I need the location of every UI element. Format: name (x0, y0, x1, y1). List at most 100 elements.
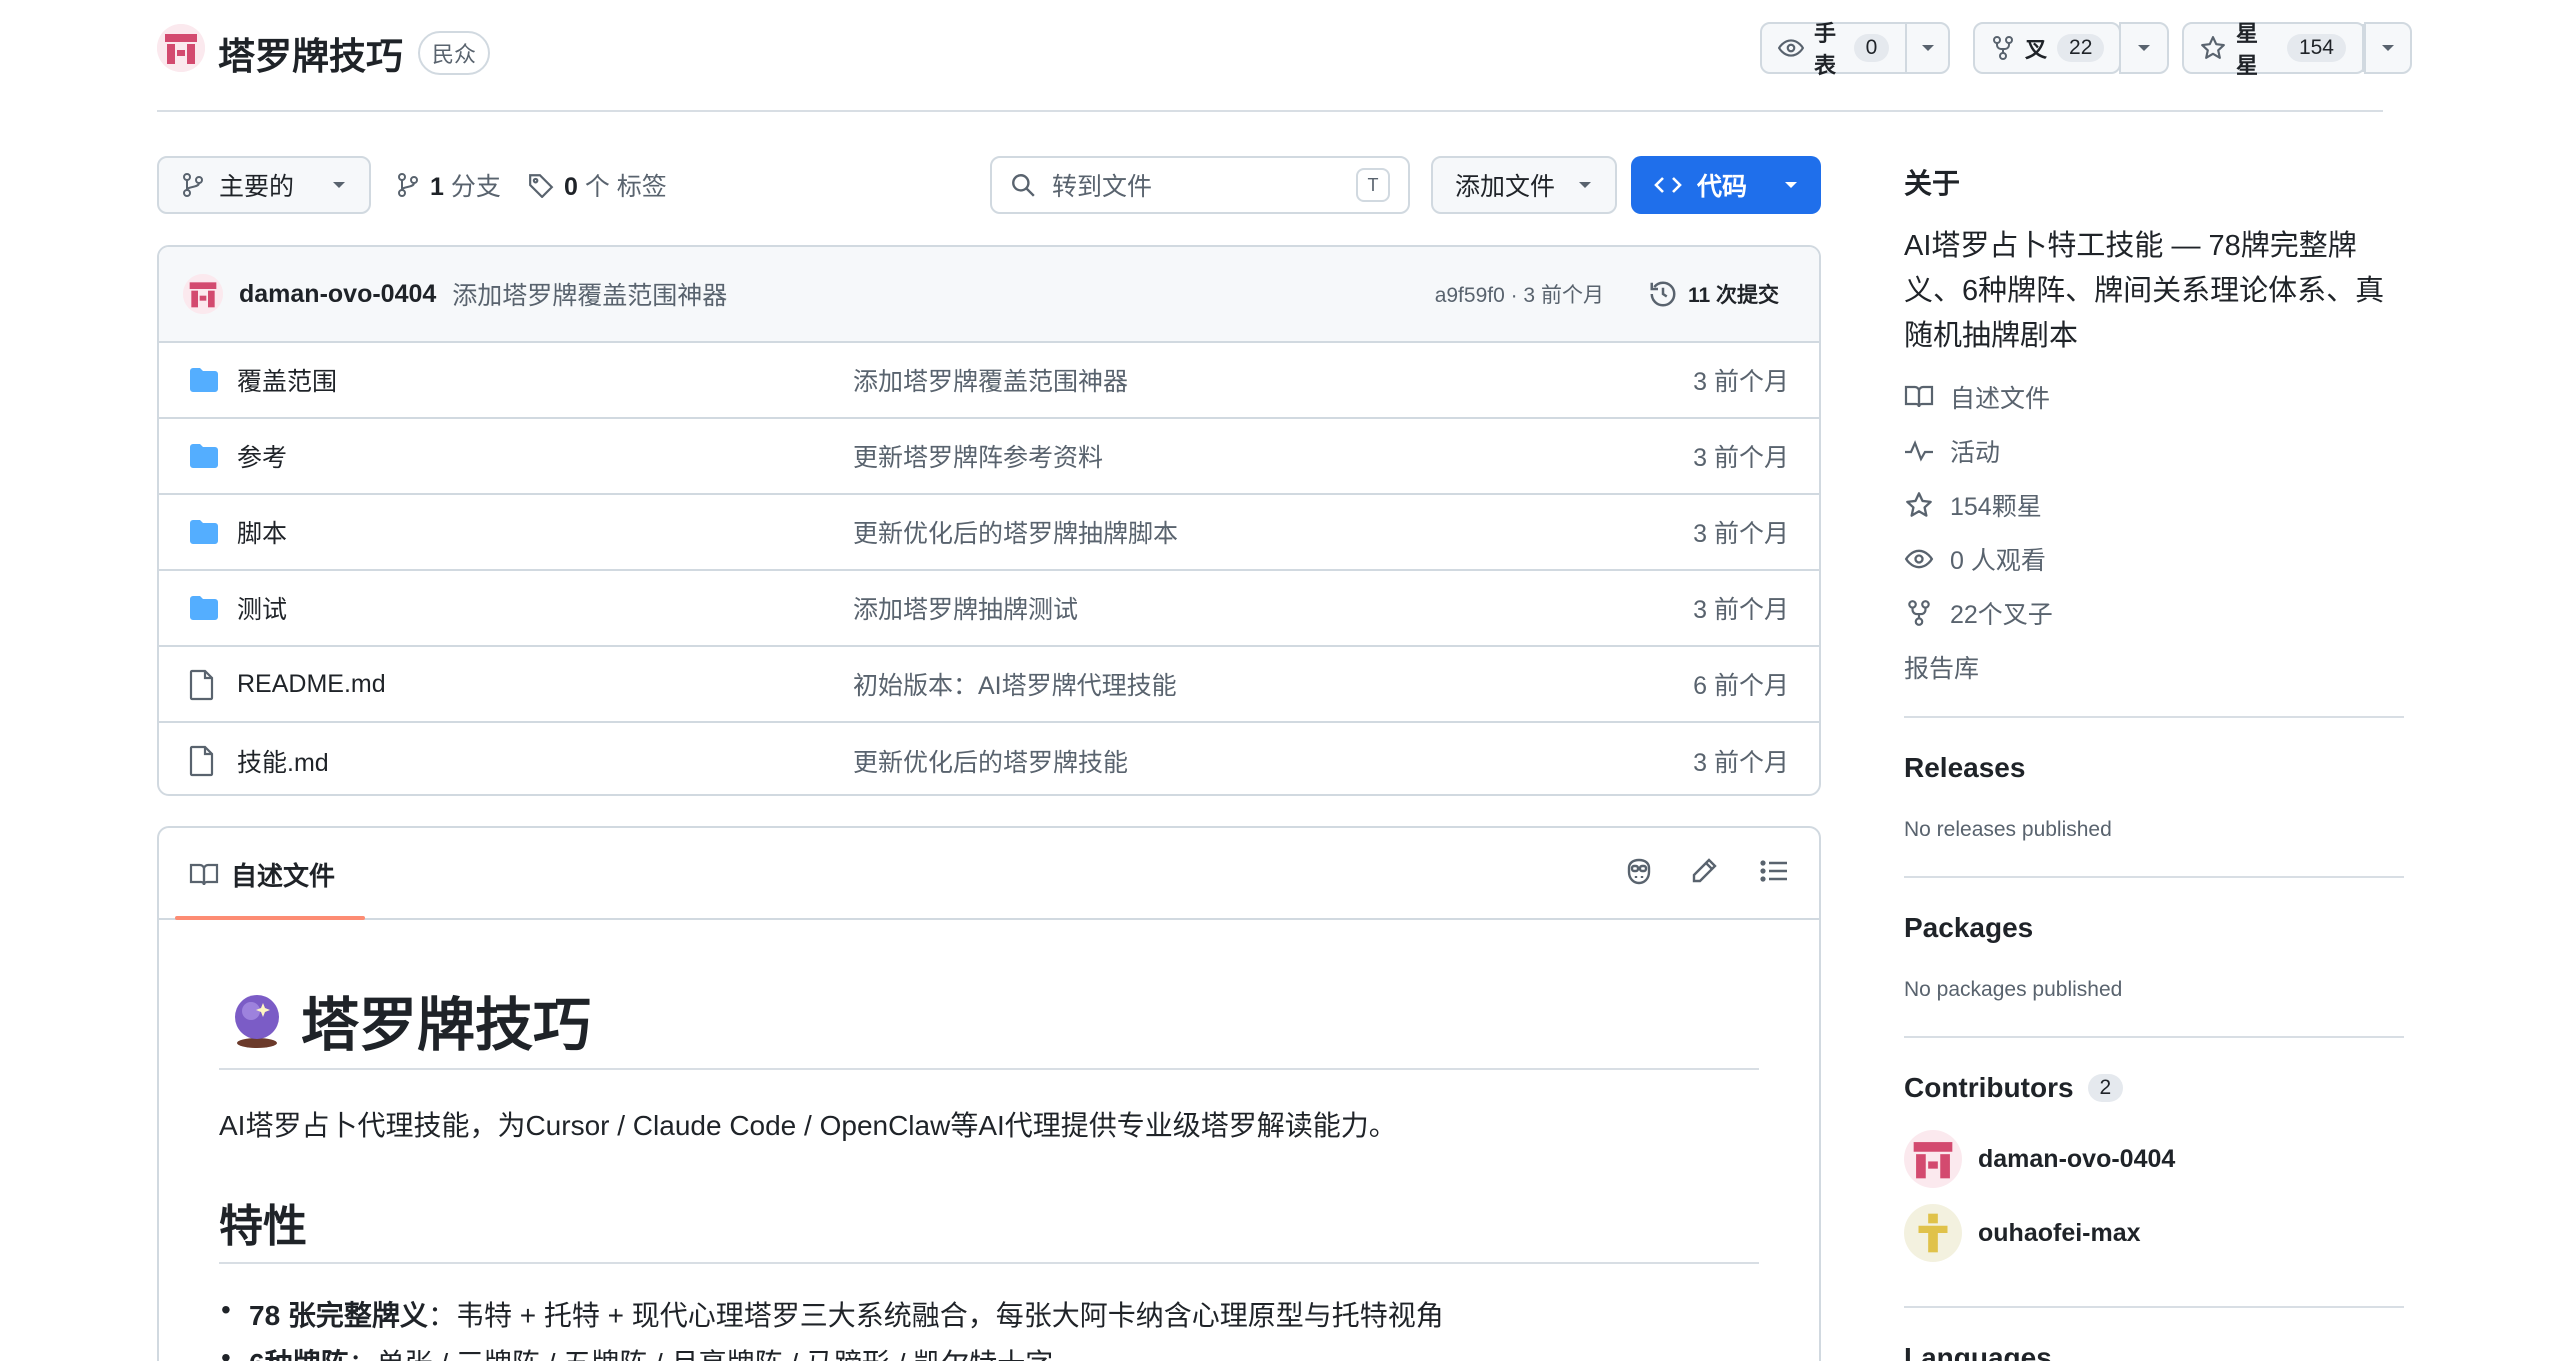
file-name[interactable]: 测试 (237, 590, 287, 626)
sidebar-link-readme[interactable]: 自述文件 (1904, 370, 2404, 424)
branches-link[interactable]: 1 分支 (396, 167, 501, 203)
commit-author[interactable]: daman-ovo-0404 (239, 280, 436, 309)
folder-icon (189, 519, 219, 545)
branch-icon (181, 172, 205, 198)
releases-heading[interactable]: Releases (1904, 752, 2404, 784)
file-name[interactable]: 技能.md (237, 743, 329, 779)
pencil-icon[interactable] (1689, 856, 1719, 886)
file-commit-message[interactable]: 更新塔罗牌阵参考资料 (853, 438, 1103, 474)
contributors-header[interactable]: Contributors 2 (1904, 1072, 2404, 1104)
latest-commit-bar: daman-ovo-0404 添加塔罗牌覆盖范围神器 a9f59f0 · 3 前… (159, 247, 1819, 343)
add-file-label: 添加文件 (1455, 173, 1556, 201)
header-divider (157, 110, 2383, 112)
tags-link[interactable]: 0 个 标签 (528, 167, 667, 203)
readme-title: 塔罗牌技巧 (229, 978, 591, 1062)
file-icon (189, 669, 215, 701)
file-name[interactable]: 参考 (237, 438, 287, 474)
sidebar-link-watchers[interactable]: 0 人观看 (1904, 532, 2404, 586)
tag-icon (528, 172, 554, 198)
readme-h2-divider (219, 1262, 1759, 1264)
star-button[interactable]: 星星 154 (2182, 21, 2366, 78)
file-commit-message[interactable]: 初始版本：AI塔罗牌代理技能 (853, 666, 1177, 702)
file-row[interactable]: 测试 添加塔罗牌抽牌测试 3 前个月 (159, 571, 1819, 647)
contributor-name: ouhaofei-max (1978, 1218, 2141, 1247)
file-row[interactable]: 脚本 更新优化后的塔罗牌抽牌脚本 3 前个月 (159, 495, 1819, 571)
fork-dropdown-caret[interactable] (2119, 22, 2169, 74)
file-row[interactable]: 覆盖范围 添加塔罗牌覆盖范围神器 3 前个月 (159, 343, 1819, 419)
chevron-down-icon (1577, 180, 1593, 190)
sidebar-link-stars[interactable]: 154颗星 (1904, 478, 2404, 532)
search-placeholder: 转到文件 (1052, 173, 1153, 201)
file-row[interactable]: README.md 初始版本：AI塔罗牌代理技能 6 前个月 (159, 647, 1819, 723)
chevron-down-icon (331, 180, 347, 190)
fork-icon (1991, 35, 2015, 61)
code-button[interactable]: 代码 (1631, 156, 1821, 214)
readme-intro: AI塔罗占卜代理技能，为Cursor / Claude Code / OpenC… (219, 1110, 1397, 1141)
readme-h1-divider (219, 1068, 1759, 1070)
eye-icon (1778, 35, 1804, 61)
file-commit-message[interactable]: 更新优化后的塔罗牌抽牌脚本 (853, 514, 1178, 550)
add-file-button[interactable]: 添加文件 (1431, 156, 1617, 214)
contributor-item[interactable]: daman-ovo-0404 (1904, 1130, 2404, 1188)
readme-tab[interactable]: 自述文件 (189, 856, 335, 893)
sidebar-link-forks[interactable]: 22个叉子 (1904, 586, 2404, 640)
file-row[interactable]: 参考 更新塔罗牌阵参考资料 3 前个月 (159, 419, 1819, 495)
feature-item: 6种牌阵：单张 / 三牌阵 / 五牌阵 / 月亮牌阵 / 马蹄形 / 凯尔特十字 (221, 1342, 1053, 1361)
star-label: 星星 (2236, 21, 2259, 78)
contributor-item[interactable]: ouhaofei-max (1904, 1204, 2404, 1262)
fork-count: 22 (2057, 34, 2105, 62)
file-name[interactable]: 覆盖范围 (237, 362, 337, 398)
code-icon (1653, 172, 1683, 198)
search-icon (1010, 172, 1036, 198)
avatar[interactable] (1904, 1130, 1962, 1188)
feature-item-title: 78 张完整牌义 (249, 1300, 428, 1331)
feature-item-text: ：韦特 + 托特 + 现代心理塔罗三大系统融合，每张大阿卡纳含心理原型与托特视角 (427, 1300, 1444, 1331)
go-to-file-search[interactable]: 转到文件 T (990, 156, 1410, 214)
commit-hash-date[interactable]: a9f59f0 · 3 前个月 (1435, 279, 1604, 309)
visibility-badge: 民众 (418, 31, 491, 75)
watch-button[interactable]: 手表 0 (1760, 21, 1950, 78)
branch-select[interactable]: 主要的 (157, 156, 371, 214)
commit-message[interactable]: 添加塔罗牌覆盖范围神器 (452, 276, 727, 312)
about-heading: 关于 (1904, 168, 1961, 199)
file-name[interactable]: 脚本 (237, 514, 287, 550)
avatar[interactable] (1904, 1204, 1962, 1262)
feature-item-title: 6种牌阵 (249, 1348, 349, 1361)
packages-heading[interactable]: Packages (1904, 912, 2404, 944)
star-icon (2200, 35, 2226, 61)
chevron-down-icon (1783, 180, 1799, 190)
releases-empty: No releases published (1904, 818, 2112, 841)
file-date: 6 前个月 (1693, 672, 1789, 700)
tags-label: 个 标签 (584, 173, 667, 201)
pulse-icon (1904, 438, 1934, 464)
outline-list-icon[interactable] (1759, 856, 1789, 886)
file-date: 3 前个月 (1693, 368, 1789, 396)
copilot-icon[interactable] (1623, 856, 1655, 888)
readme-title-text: 塔罗牌技巧 (301, 993, 592, 1058)
file-commit-message[interactable]: 添加塔罗牌抽牌测试 (853, 590, 1078, 626)
watch-dropdown-caret[interactable] (1907, 24, 1948, 72)
fork-label: 叉 (2025, 37, 2048, 62)
star-icon (1904, 491, 1934, 519)
file-name[interactable]: README.md (237, 670, 386, 699)
folder-icon (189, 367, 219, 393)
fork-button[interactable]: 叉 22 (1973, 22, 2123, 74)
commit-author-avatar[interactable] (183, 274, 223, 314)
watch-label: 手表 (1814, 21, 1837, 78)
sidebar-link-activity[interactable]: 活动 (1904, 424, 2404, 478)
tags-count: 0 (564, 173, 578, 201)
file-row[interactable]: 技能.md 更新优化后的塔罗牌技能 3 前个月 (159, 723, 1819, 794)
file-commit-message[interactable]: 更新优化后的塔罗牌技能 (853, 743, 1128, 779)
book-icon (189, 862, 219, 888)
search-shortcut-key: T (1356, 168, 1390, 202)
languages-heading: Languages (1904, 1342, 2052, 1361)
report-repository-link[interactable]: 报告库 (1904, 640, 2404, 694)
file-commit-message[interactable]: 添加塔罗牌覆盖范围神器 (853, 362, 1128, 398)
star-dropdown-caret[interactable] (2364, 22, 2412, 74)
repo-owner-avatar[interactable] (157, 24, 205, 72)
about-links: 自述文件 活动 154颗星 0 人观看 22个叉子 报告库 (1904, 370, 2404, 694)
commit-history-link[interactable]: 11 次提交 (1648, 279, 1779, 309)
sidebar-divider (1904, 1036, 2404, 1038)
watch-count: 0 (1853, 34, 1890, 62)
repo-name[interactable]: 塔罗牌技巧 (218, 26, 403, 80)
